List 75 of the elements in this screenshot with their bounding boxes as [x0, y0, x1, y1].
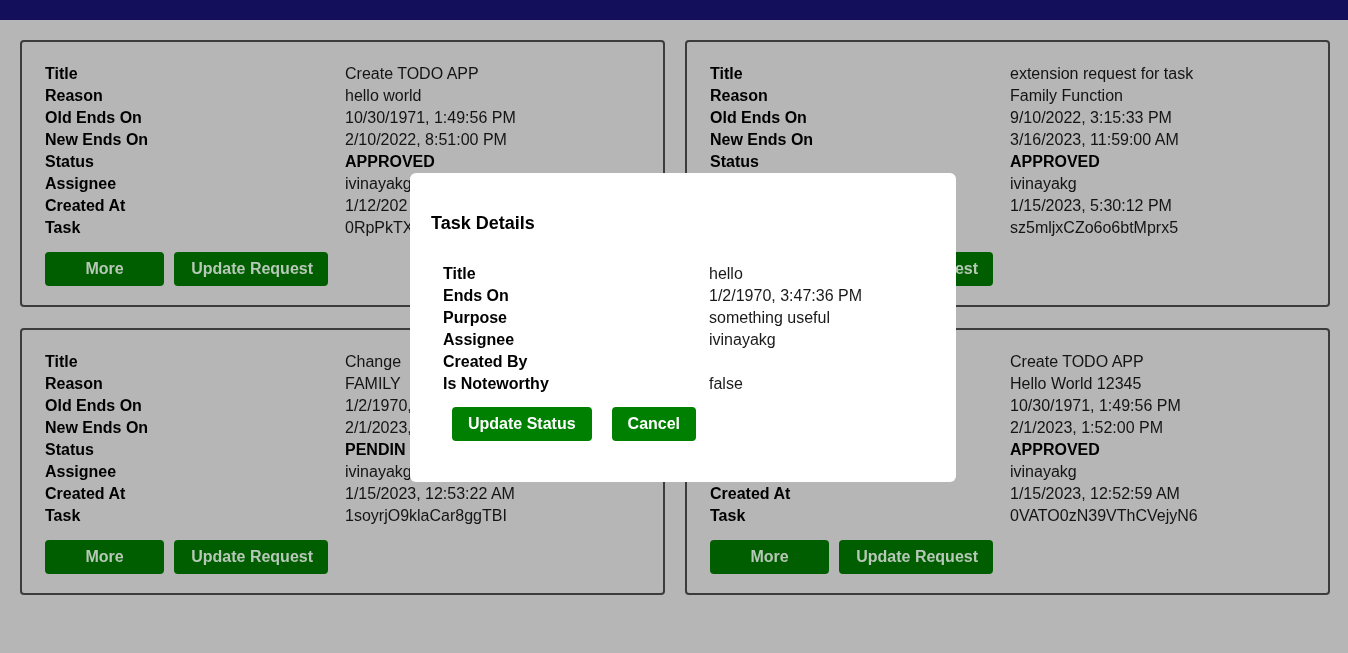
more-button[interactable]: More	[45, 540, 164, 574]
field-label: Reason	[710, 86, 769, 106]
field-value: sz5mljxCZo6o6btMprx5	[1010, 218, 1179, 238]
field-value: 1/2/1970, 3:47:36 PM	[709, 286, 862, 306]
field-label: Created By	[443, 352, 529, 372]
field-label: Title	[443, 264, 477, 284]
field-label: Title	[45, 352, 79, 372]
field-value: 1soyrjO9klaCar8ggTBI	[345, 506, 507, 526]
field-value: Family Function	[1010, 86, 1123, 106]
status-value: APPROVED	[345, 152, 435, 172]
field-label: Is Noteworthy	[443, 374, 550, 394]
field-value: 0RpPkTX	[345, 218, 414, 238]
update-status-button[interactable]: Update Status	[452, 407, 592, 441]
field-label: Title	[45, 64, 79, 84]
field-label: New Ends On	[45, 418, 150, 438]
field-label: Reason	[45, 374, 104, 394]
field-value: hello world	[345, 86, 422, 106]
field-value: ivinayakg	[345, 174, 412, 194]
cancel-button[interactable]: Cancel	[611, 407, 697, 441]
field-label: Ends On	[443, 286, 510, 306]
field-label: Task	[45, 218, 82, 238]
field-value: 1/15/2023, 12:53:22 AM	[345, 484, 515, 504]
field-value: 0VATO0zN39VThCVejyN6	[1010, 506, 1198, 526]
field-value: 2/1/2023, 1:52:00 PM	[1010, 418, 1163, 438]
field-value: false	[709, 374, 743, 394]
status-value: PENDIN	[345, 440, 406, 460]
field-label: Purpose	[443, 308, 508, 328]
field-label: Task	[45, 506, 82, 526]
field-label: Old Ends On	[710, 108, 808, 128]
field-value: 1/12/202	[345, 196, 408, 216]
field-label: Status	[45, 152, 95, 172]
field-value: ivinayakg	[1010, 462, 1077, 482]
field-label: New Ends On	[710, 130, 815, 150]
field-value: extension request for task	[1010, 64, 1194, 84]
field-value: 3/16/2023, 11:59:00 AM	[1010, 130, 1179, 150]
update-request-button[interactable]: Update Request	[174, 252, 328, 286]
field-label: Status	[45, 440, 95, 460]
more-button[interactable]: More	[710, 540, 829, 574]
field-label: Assignee	[45, 462, 118, 482]
field-value: 1/15/2023, 5:30:12 PM	[1010, 196, 1172, 216]
field-label: Old Ends On	[45, 396, 143, 416]
field-label: New Ends On	[45, 130, 150, 150]
status-value: APPROVED	[1010, 152, 1100, 172]
status-value: APPROVED	[1010, 440, 1100, 460]
field-value: Create TODO APP	[345, 64, 479, 84]
field-label: Created At	[45, 484, 127, 504]
field-label: Created At	[710, 484, 792, 504]
field-label: Assignee	[443, 330, 516, 350]
field-label: Old Ends On	[45, 108, 143, 128]
field-value: 1/2/1970,	[345, 396, 412, 416]
field-value: ivinayakg	[1010, 174, 1077, 194]
field-label: Title	[710, 64, 744, 84]
field-value: Change	[345, 352, 402, 372]
update-request-button[interactable]: Update Request	[839, 540, 993, 574]
field-value: 9/10/2022, 3:15:33 PM	[1010, 108, 1172, 128]
field-value: 10/30/1971, 1:49:56 PM	[345, 108, 516, 128]
field-label: Task	[710, 506, 747, 526]
field-value: FAMILY	[345, 374, 401, 394]
field-value: ivinayakg	[345, 462, 412, 482]
field-value: ivinayakg	[709, 330, 776, 350]
more-button[interactable]: More	[45, 252, 164, 286]
update-request-button[interactable]: Update Request	[174, 540, 328, 574]
field-value: Create TODO APP	[1010, 352, 1144, 372]
field-value: 1/15/2023, 12:52:59 AM	[1010, 484, 1180, 504]
field-value: something useful	[709, 308, 830, 328]
field-label: Created At	[45, 196, 127, 216]
field-label: Status	[710, 152, 760, 172]
field-label: Reason	[45, 86, 104, 106]
dialog-title: Task Details	[431, 212, 535, 235]
field-value: 2/1/2023,	[345, 418, 412, 438]
field-value: Hello World 12345	[1010, 374, 1142, 394]
field-value: 10/30/1971, 1:49:56 PM	[1010, 396, 1181, 416]
field-value: hello	[709, 264, 743, 284]
field-value: 2/10/2022, 8:51:00 PM	[345, 130, 507, 150]
field-label: Assignee	[45, 174, 118, 194]
